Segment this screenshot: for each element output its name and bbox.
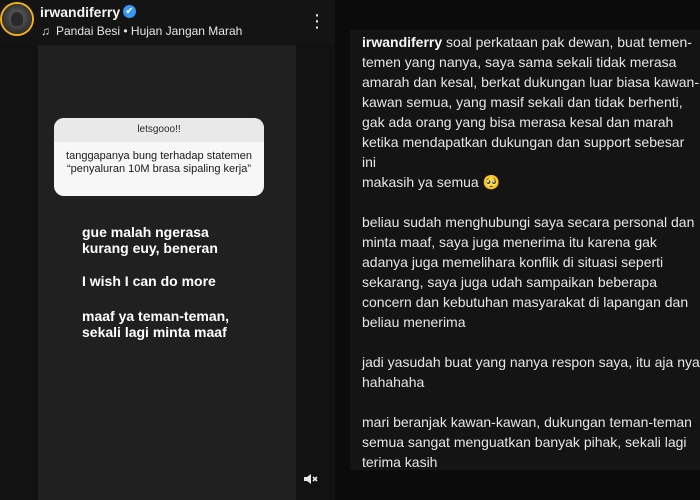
song-title[interactable]: Pandai Besi • Hujan Jangan Marah [56, 24, 242, 38]
answer-text-2: I wish I can do more [82, 273, 216, 289]
story-header: irwandiferry ✔ ♫ Pandai Besi • Hujan Jan… [0, 0, 335, 44]
caption-paragraph-2: beliau sudah menghubungi saya secara per… [362, 214, 695, 330]
more-vertical-icon[interactable]: ⋮ [308, 10, 326, 32]
answer-text-3: maaf ya teman-teman, sekali lagi minta m… [82, 308, 230, 340]
question-box: letsgooo!! tanggapanya bung terhadap sta… [54, 118, 264, 196]
mute-speaker-icon[interactable] [302, 471, 318, 487]
caption-paragraph-3: jadi yasudah buat yang nanya respon saya… [362, 354, 700, 390]
caption-paragraph-1: irwandiferry soal perkataan pak dewan, b… [362, 32, 700, 192]
story-username[interactable]: irwandiferry [40, 4, 120, 20]
story-panel: irwandiferry ✔ ♫ Pandai Besi • Hujan Jan… [0, 0, 335, 500]
mute-speaker-svg [304, 474, 318, 484]
verified-badge-icon: ✔ [123, 5, 136, 18]
question-header: letsgooo!! [54, 118, 264, 142]
avatar[interactable] [2, 4, 32, 34]
caption-username[interactable]: irwandiferry [362, 34, 442, 50]
answer-line-3: maaf ya teman-teman, sekali lagi minta m… [82, 308, 229, 340]
answer-text-1: gue malah ngerasa kurang euy, beneran [82, 224, 218, 256]
answer-line-1: gue malah ngerasa kurang euy, beneran [82, 224, 218, 256]
caption-box: irwandiferry soal perkataan pak dewan, b… [350, 30, 700, 470]
caption-para1-text: soal perkataan pak dewan, buat temen-tem… [362, 34, 699, 190]
caption-paragraph-4: mari beranjak kawan-kawan, dukungan tema… [362, 414, 692, 470]
question-text: tanggapanya bung terhadap statemen “peny… [66, 150, 252, 175]
music-note-icon: ♫ [41, 24, 50, 38]
answer-line-2: I wish I can do more [82, 273, 216, 289]
